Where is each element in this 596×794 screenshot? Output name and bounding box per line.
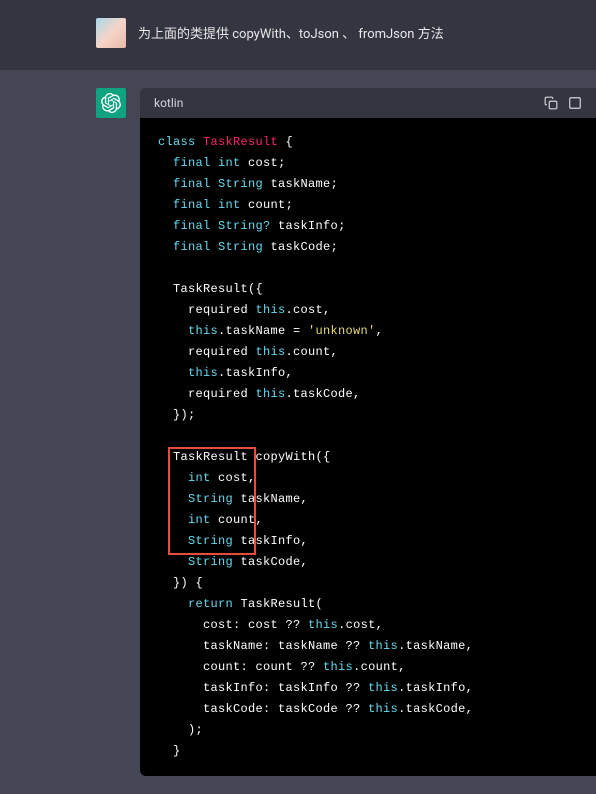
- copy-icon[interactable]: [544, 96, 558, 110]
- code-content[interactable]: class TaskResult { final int cost; final…: [140, 118, 596, 776]
- openai-logo-icon: [101, 93, 121, 113]
- assistant-message: kotlin class TaskResult { final int cost…: [0, 70, 596, 794]
- code-block: kotlin class TaskResult { final int cost…: [140, 88, 596, 776]
- code-language-label: kotlin: [154, 96, 183, 110]
- user-message-text: 为上面的类提供 copyWith、toJson 、 fromJson 方法: [138, 25, 444, 45]
- user-message: 为上面的类提供 copyWith、toJson 、 fromJson 方法: [0, 0, 596, 70]
- assistant-avatar: [96, 88, 126, 118]
- code-header-actions: [544, 96, 582, 110]
- code-block-header: kotlin: [140, 88, 596, 118]
- expand-icon[interactable]: [568, 96, 582, 110]
- user-avatar: [96, 18, 126, 48]
